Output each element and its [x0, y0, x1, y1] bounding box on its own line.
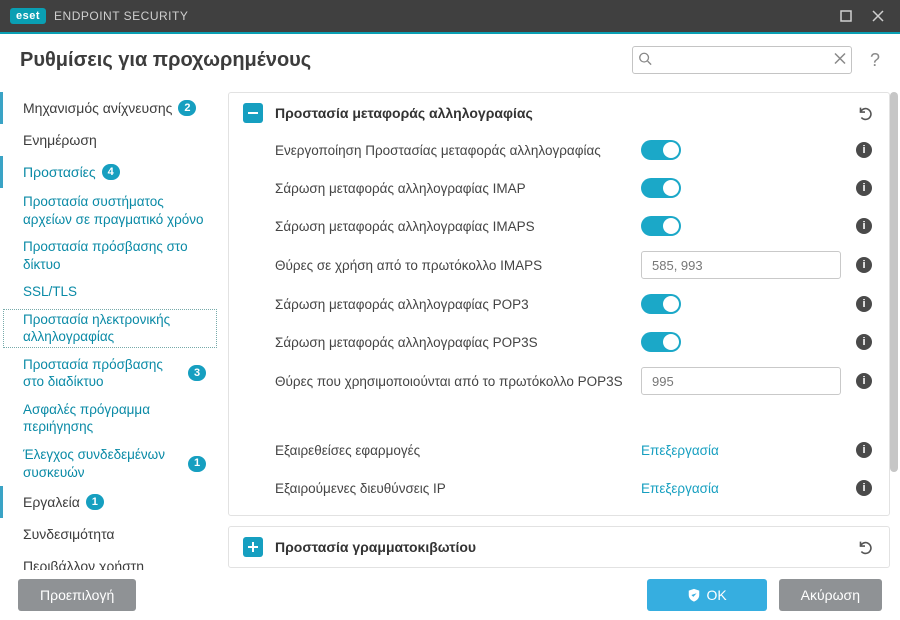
- panel-title: Προστασία γραμματοκιβωτίου: [275, 539, 843, 555]
- info-icon[interactable]: i: [856, 257, 872, 273]
- sidebar-item-7[interactable]: Προστασία πρόσβασης στο διαδίκτυο 3: [0, 351, 220, 396]
- sidebar-item-label: Προστασίες: [23, 164, 96, 180]
- page-title: Ρυθμίσεις για προχωρημένους: [20, 49, 620, 72]
- setting-label: Θύρες που χρησιμοποιούνται από το πρωτόκ…: [275, 374, 631, 389]
- info-icon[interactable]: i: [856, 142, 872, 158]
- setting-row-5: Σάρωση μεταφοράς αλληλογραφίας POP3S i: [275, 329, 875, 355]
- toggle-switch[interactable]: [641, 216, 681, 236]
- setting-row-1: Σάρωση μεταφοράς αλληλογραφίας IMAP i: [275, 175, 875, 201]
- link-row-label: Εξαιρεθείσες εφαρμογές: [275, 443, 631, 458]
- setting-label: Σάρωση μεταφοράς αλληλογραφίας POP3: [275, 297, 631, 312]
- sidebar: Μηχανισμός ανίχνευσης 2 Ενημέρωση Προστασίε…: [0, 86, 220, 570]
- brand-badge: eset: [10, 8, 46, 24]
- search-box: [632, 46, 852, 74]
- setting-row-3: Θύρες σε χρήση από το πρωτόκολλο IMAPS i: [275, 251, 875, 279]
- ok-button[interactable]: OK: [647, 579, 767, 611]
- undo-icon[interactable]: [855, 537, 875, 557]
- toggle-switch[interactable]: [641, 332, 681, 352]
- ok-button-label: OK: [707, 587, 727, 603]
- sidebar-item-label: SSL/TLS: [23, 283, 77, 301]
- setting-label: Ενεργοποίηση Προστασίας μεταφοράς αλληλο…: [275, 143, 631, 158]
- setting-label: Σάρωση μεταφοράς αλληλογραφίας IMAP: [275, 181, 631, 196]
- sidebar-item-label: Μηχανισμός ανίχνευσης: [23, 100, 172, 116]
- sidebar-item-label: Προστασία πρόσβασης στο δίκτυο: [23, 238, 206, 273]
- link-row-0: Εξαιρεθείσες εφαρμογές Επεξεργασία i: [275, 437, 875, 463]
- sidebar-item-0[interactable]: Μηχανισμός ανίχνευσης 2: [0, 92, 220, 124]
- count-badge: 1: [188, 456, 206, 472]
- sidebar-item-6[interactable]: Προστασία ηλεκτρονικής αλληλογραφίας: [0, 306, 220, 351]
- main-panel: Προστασία μεταφοράς αλληλογραφίας Ενεργο…: [220, 86, 900, 570]
- shield-icon: [687, 588, 701, 602]
- search-clear-icon[interactable]: [834, 53, 846, 68]
- sidebar-item-label: Προστασία πρόσβασης στο διαδίκτυο: [23, 356, 182, 391]
- setting-row-4: Σάρωση μεταφοράς αλληλογραφίας POP3 i: [275, 291, 875, 317]
- scrollbar-thumb[interactable]: [890, 92, 898, 472]
- sidebar-item-label: Ενημέρωση: [23, 132, 97, 148]
- sidebar-item-label: Έλεγχος συνδεδεμένων συσκευών: [23, 446, 182, 481]
- panel-email-transport-protection: Προστασία μεταφοράς αλληλογραφίας Ενεργο…: [228, 92, 890, 516]
- sidebar-item-label: Ασφαλές πρόγραμμα περιήγησης: [23, 401, 206, 436]
- edit-link[interactable]: Επεξεργασία: [641, 481, 719, 496]
- edit-link[interactable]: Επεξεργασία: [641, 443, 719, 458]
- toggle-switch[interactable]: [641, 178, 681, 198]
- cancel-button[interactable]: Ακύρωση: [779, 579, 882, 611]
- count-badge: 4: [102, 164, 120, 180]
- toggle-switch[interactable]: [641, 294, 681, 314]
- info-icon[interactable]: i: [856, 373, 872, 389]
- sidebar-item-label: Εργαλεία: [23, 494, 80, 510]
- panel-title: Προστασία μεταφοράς αλληλογραφίας: [275, 105, 843, 121]
- sidebar-item-9[interactable]: Έλεγχος συνδεδεμένων συσκευών 1: [0, 441, 220, 486]
- info-icon[interactable]: i: [856, 442, 872, 458]
- info-icon[interactable]: i: [856, 334, 872, 350]
- link-row-label: Εξαιρούμενες διευθύνσεις IP: [275, 481, 631, 496]
- title-bar: eset ENDPOINT SECURITY: [0, 0, 900, 32]
- sidebar-item-label: Περιβάλλον χρήστη: [23, 558, 144, 570]
- footer: Προεπιλογή OK Ακύρωση: [0, 570, 900, 620]
- setting-row-6: Θύρες που χρησιμοποιούνται από το πρωτόκ…: [275, 367, 875, 395]
- setting-label: Θύρες σε χρήση από το πρωτόκολλο IMAPS: [275, 258, 631, 273]
- port-input[interactable]: [641, 367, 841, 395]
- brand-name: ENDPOINT SECURITY: [54, 9, 188, 23]
- sidebar-item-2[interactable]: Προστασίες 4: [0, 156, 220, 188]
- setting-label: Σάρωση μεταφοράς αλληλογραφίας POP3S: [275, 335, 631, 350]
- help-button[interactable]: ?: [864, 50, 886, 71]
- info-icon[interactable]: i: [856, 218, 872, 234]
- info-icon[interactable]: i: [856, 180, 872, 196]
- setting-row-0: Ενεργοποίηση Προστασίας μεταφοράς αλληλο…: [275, 137, 875, 163]
- count-badge: 1: [86, 494, 104, 510]
- expand-button[interactable]: [243, 537, 263, 557]
- count-badge: 2: [178, 100, 196, 116]
- sidebar-item-label: Συνδεσιμότητα: [23, 526, 115, 542]
- search-input[interactable]: [632, 46, 852, 74]
- header: Ρυθμίσεις για προχωρημένους ?: [0, 34, 900, 86]
- setting-row-2: Σάρωση μεταφοράς αλληλογραφίας IMAPS i: [275, 213, 875, 239]
- toggle-switch[interactable]: [641, 140, 681, 160]
- collapsed-panel-0: Προστασία γραμματοκιβωτίου: [228, 526, 890, 568]
- collapse-button[interactable]: [243, 103, 263, 123]
- sidebar-item-4[interactable]: Προστασία πρόσβασης στο δίκτυο: [0, 233, 220, 278]
- sidebar-item-5[interactable]: SSL/TLS: [0, 278, 220, 306]
- setting-label: Σάρωση μεταφοράς αλληλογραφίας IMAPS: [275, 219, 631, 234]
- sidebar-item-label: Προστασία ηλεκτρονικής αλληλογραφίας: [23, 311, 206, 346]
- sidebar-item-1[interactable]: Ενημέρωση: [0, 124, 220, 156]
- port-input[interactable]: [641, 251, 841, 279]
- sidebar-item-10[interactable]: Εργαλεία 1: [0, 486, 220, 518]
- link-row-1: Εξαιρούμενες διευθύνσεις IP Επεξεργασία i: [275, 475, 875, 501]
- default-button[interactable]: Προεπιλογή: [18, 579, 136, 611]
- sidebar-item-label: Προστασία συστήματος αρχείων σε πραγματι…: [23, 193, 206, 228]
- window-maximize-button[interactable]: [830, 4, 862, 28]
- sidebar-item-12[interactable]: Περιβάλλον χρήστη: [0, 550, 220, 570]
- brand: eset ENDPOINT SECURITY: [10, 8, 188, 24]
- info-icon[interactable]: i: [856, 296, 872, 312]
- window-close-button[interactable]: [862, 4, 894, 28]
- info-icon[interactable]: i: [856, 480, 872, 496]
- sidebar-item-11[interactable]: Συνδεσιμότητα: [0, 518, 220, 550]
- undo-icon[interactable]: [855, 103, 875, 123]
- sidebar-item-8[interactable]: Ασφαλές πρόγραμμα περιήγησης: [0, 396, 220, 441]
- sidebar-item-3[interactable]: Προστασία συστήματος αρχείων σε πραγματι…: [0, 188, 220, 233]
- count-badge: 3: [188, 365, 206, 381]
